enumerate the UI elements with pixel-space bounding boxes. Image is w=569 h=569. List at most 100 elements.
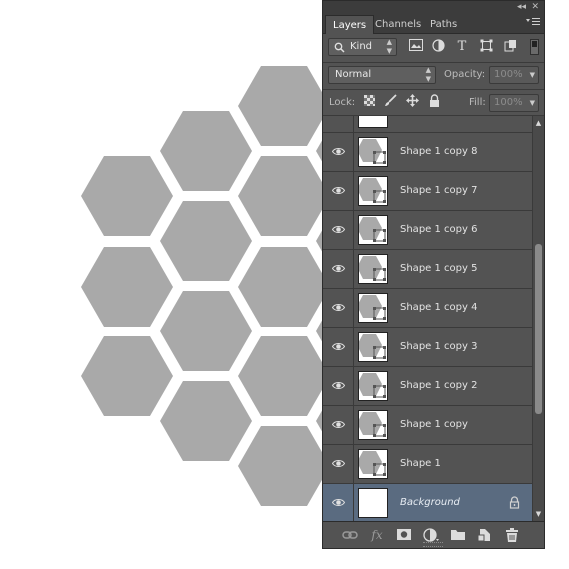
eye-icon[interactable] [331,184,346,197]
background-thumbnail[interactable] [358,488,388,518]
adjustment-filter-icon[interactable] [429,39,447,57]
add-mask-icon[interactable] [395,526,413,544]
tab-paths[interactable]: Paths [423,15,464,34]
hexagon-shape [238,426,330,506]
eye-icon[interactable] [331,301,346,314]
hexagon-shape [81,156,173,236]
layer-name[interactable]: Shape 1 [400,445,441,483]
layer-row[interactable]: Shape 1 copy 3 [323,328,532,367]
shape-layer-thumbnail[interactable] [357,215,388,245]
eye-icon[interactable] [331,145,346,158]
layer-row[interactable]: Shape 1 copy 4 [323,289,532,328]
delete-layer-icon[interactable] [503,526,521,544]
layer-name[interactable]: Shape 1 copy 8 [400,133,477,171]
layer-name[interactable]: Shape 1 copy 7 [400,172,477,210]
image-filter-icon[interactable] [407,39,425,57]
shape-layer-thumbnail[interactable] [357,371,388,401]
blend-row: Normal ▲ ▼ Opacity: 100% ▼ [323,63,544,89]
layer-row[interactable]: Shape 1 copy [323,406,532,445]
shape-layer-thumbnail[interactable] [357,410,388,440]
layer-row[interactable]: Shape 1 copy 5 [323,250,532,289]
link-layers-icon[interactable] [341,526,359,544]
eye-icon[interactable] [331,457,346,470]
visibility-toggle[interactable] [323,172,354,210]
visibility-toggle[interactable] [323,445,354,483]
shape-layer-thumbnail[interactable] [357,449,388,479]
layer-row[interactable]: Shape 1 copy 6 [323,211,532,250]
blend-mode-select[interactable]: Normal ▲ ▼ [328,66,436,84]
hexagon-shape [238,66,330,146]
hexagon-shape [160,291,252,371]
shape-layer-thumbnail[interactable] [357,293,388,323]
visibility-toggle[interactable] [323,484,354,521]
hexagon-shape [160,111,252,191]
filter-toggle-switch[interactable] [530,39,539,55]
layer-name[interactable]: Background [400,484,460,521]
eye-icon[interactable] [331,418,346,431]
tab-channels[interactable]: Channels [368,15,428,34]
panel-tabs: Layers Channels Paths [323,14,544,34]
search-icon [334,42,345,53]
shape-layer-thumbnail[interactable] [357,254,388,284]
scroll-down-arrow-icon[interactable]: ▼ [533,509,544,519]
layer-row[interactable]: Shape 1 copy 7 [323,172,532,211]
visibility-toggle[interactable] [323,289,354,327]
visibility-toggle[interactable] [323,250,354,288]
filter-kind-label: Kind [350,41,373,52]
new-group-icon[interactable] [449,526,467,544]
eye-icon[interactable] [331,496,346,509]
filter-row: Kind ▲ ▼ T [323,34,544,62]
eye-icon[interactable] [331,340,346,353]
layer-row[interactable]: Shape 1 [323,445,532,484]
fx-icon[interactable]: fx [368,526,386,544]
layer-name[interactable]: Shape 1 copy [400,406,468,444]
eye-icon[interactable] [331,262,346,275]
fill-value: 100% [494,97,523,108]
layer-name[interactable]: Shape 1 copy 2 [400,367,477,405]
panel-titlebar[interactable]: ◂◂ ✕ [323,1,544,14]
fill-field[interactable]: 100% ▼ [489,94,539,112]
opacity-field[interactable]: 100% ▼ [489,66,539,84]
layer-name[interactable]: Shape 1 copy 5 [400,250,477,288]
layer-list[interactable]: Shape 1 copy 8 Shape 1 copy 7 Shape 1 copy… [323,116,532,521]
visibility-toggle[interactable] [323,211,354,249]
shape-layer-thumbnail[interactable] [357,137,388,167]
lock-transparent-icon[interactable] [360,94,378,112]
lock-image-icon[interactable] [381,94,399,112]
layer-row-partial[interactable] [323,116,532,133]
layer-row[interactable]: Background [323,484,532,521]
shape-layer-thumbnail[interactable] [357,332,388,362]
new-layer-icon[interactable] [476,526,494,544]
layer-name[interactable]: Shape 1 copy 3 [400,328,477,366]
eye-icon[interactable] [331,379,346,392]
visibility-toggle[interactable] [323,328,354,366]
layer-name[interactable]: Shape 1 copy 4 [400,289,477,327]
tab-layers[interactable]: Layers [325,15,375,34]
lock-all-icon[interactable] [425,94,443,112]
collapse-icon[interactable]: ◂◂ [517,1,526,14]
lock-position-icon[interactable] [403,94,421,112]
shape-filter-icon[interactable] [477,39,495,57]
dropdown-arrow-icon[interactable]: ▼ [530,67,535,83]
dropdown-arrow-icon[interactable]: ▼ [530,95,535,111]
eye-icon[interactable] [331,223,346,236]
smart-object-filter-icon[interactable] [501,39,519,57]
scroll-up-arrow-icon[interactable]: ▲ [533,118,544,128]
hexagon-shape [238,247,330,327]
panel-resize-grip[interactable] [423,542,443,547]
layer-list-scrollbar[interactable]: ▲ ▼ [532,116,544,521]
visibility-toggle[interactable] [323,133,354,171]
visibility-toggle[interactable] [323,406,354,444]
type-filter-icon[interactable]: T [453,38,471,56]
panel-menu-icon[interactable] [526,17,540,30]
layer-row[interactable]: Shape 1 copy 8 [323,133,532,172]
layer-row[interactable]: Shape 1 copy 2 [323,367,532,406]
scroll-thumb[interactable] [535,244,542,414]
layer-name[interactable]: Shape 1 copy 6 [400,211,477,249]
visibility-toggle[interactable] [323,367,354,405]
shape-layer-thumbnail[interactable] [357,176,388,206]
visibility-cell[interactable] [323,116,354,132]
panel-bottom-toolbar: fx [323,521,544,548]
close-icon[interactable]: ✕ [531,1,539,14]
filter-kind-select[interactable]: Kind ▲ ▼ [328,38,397,56]
